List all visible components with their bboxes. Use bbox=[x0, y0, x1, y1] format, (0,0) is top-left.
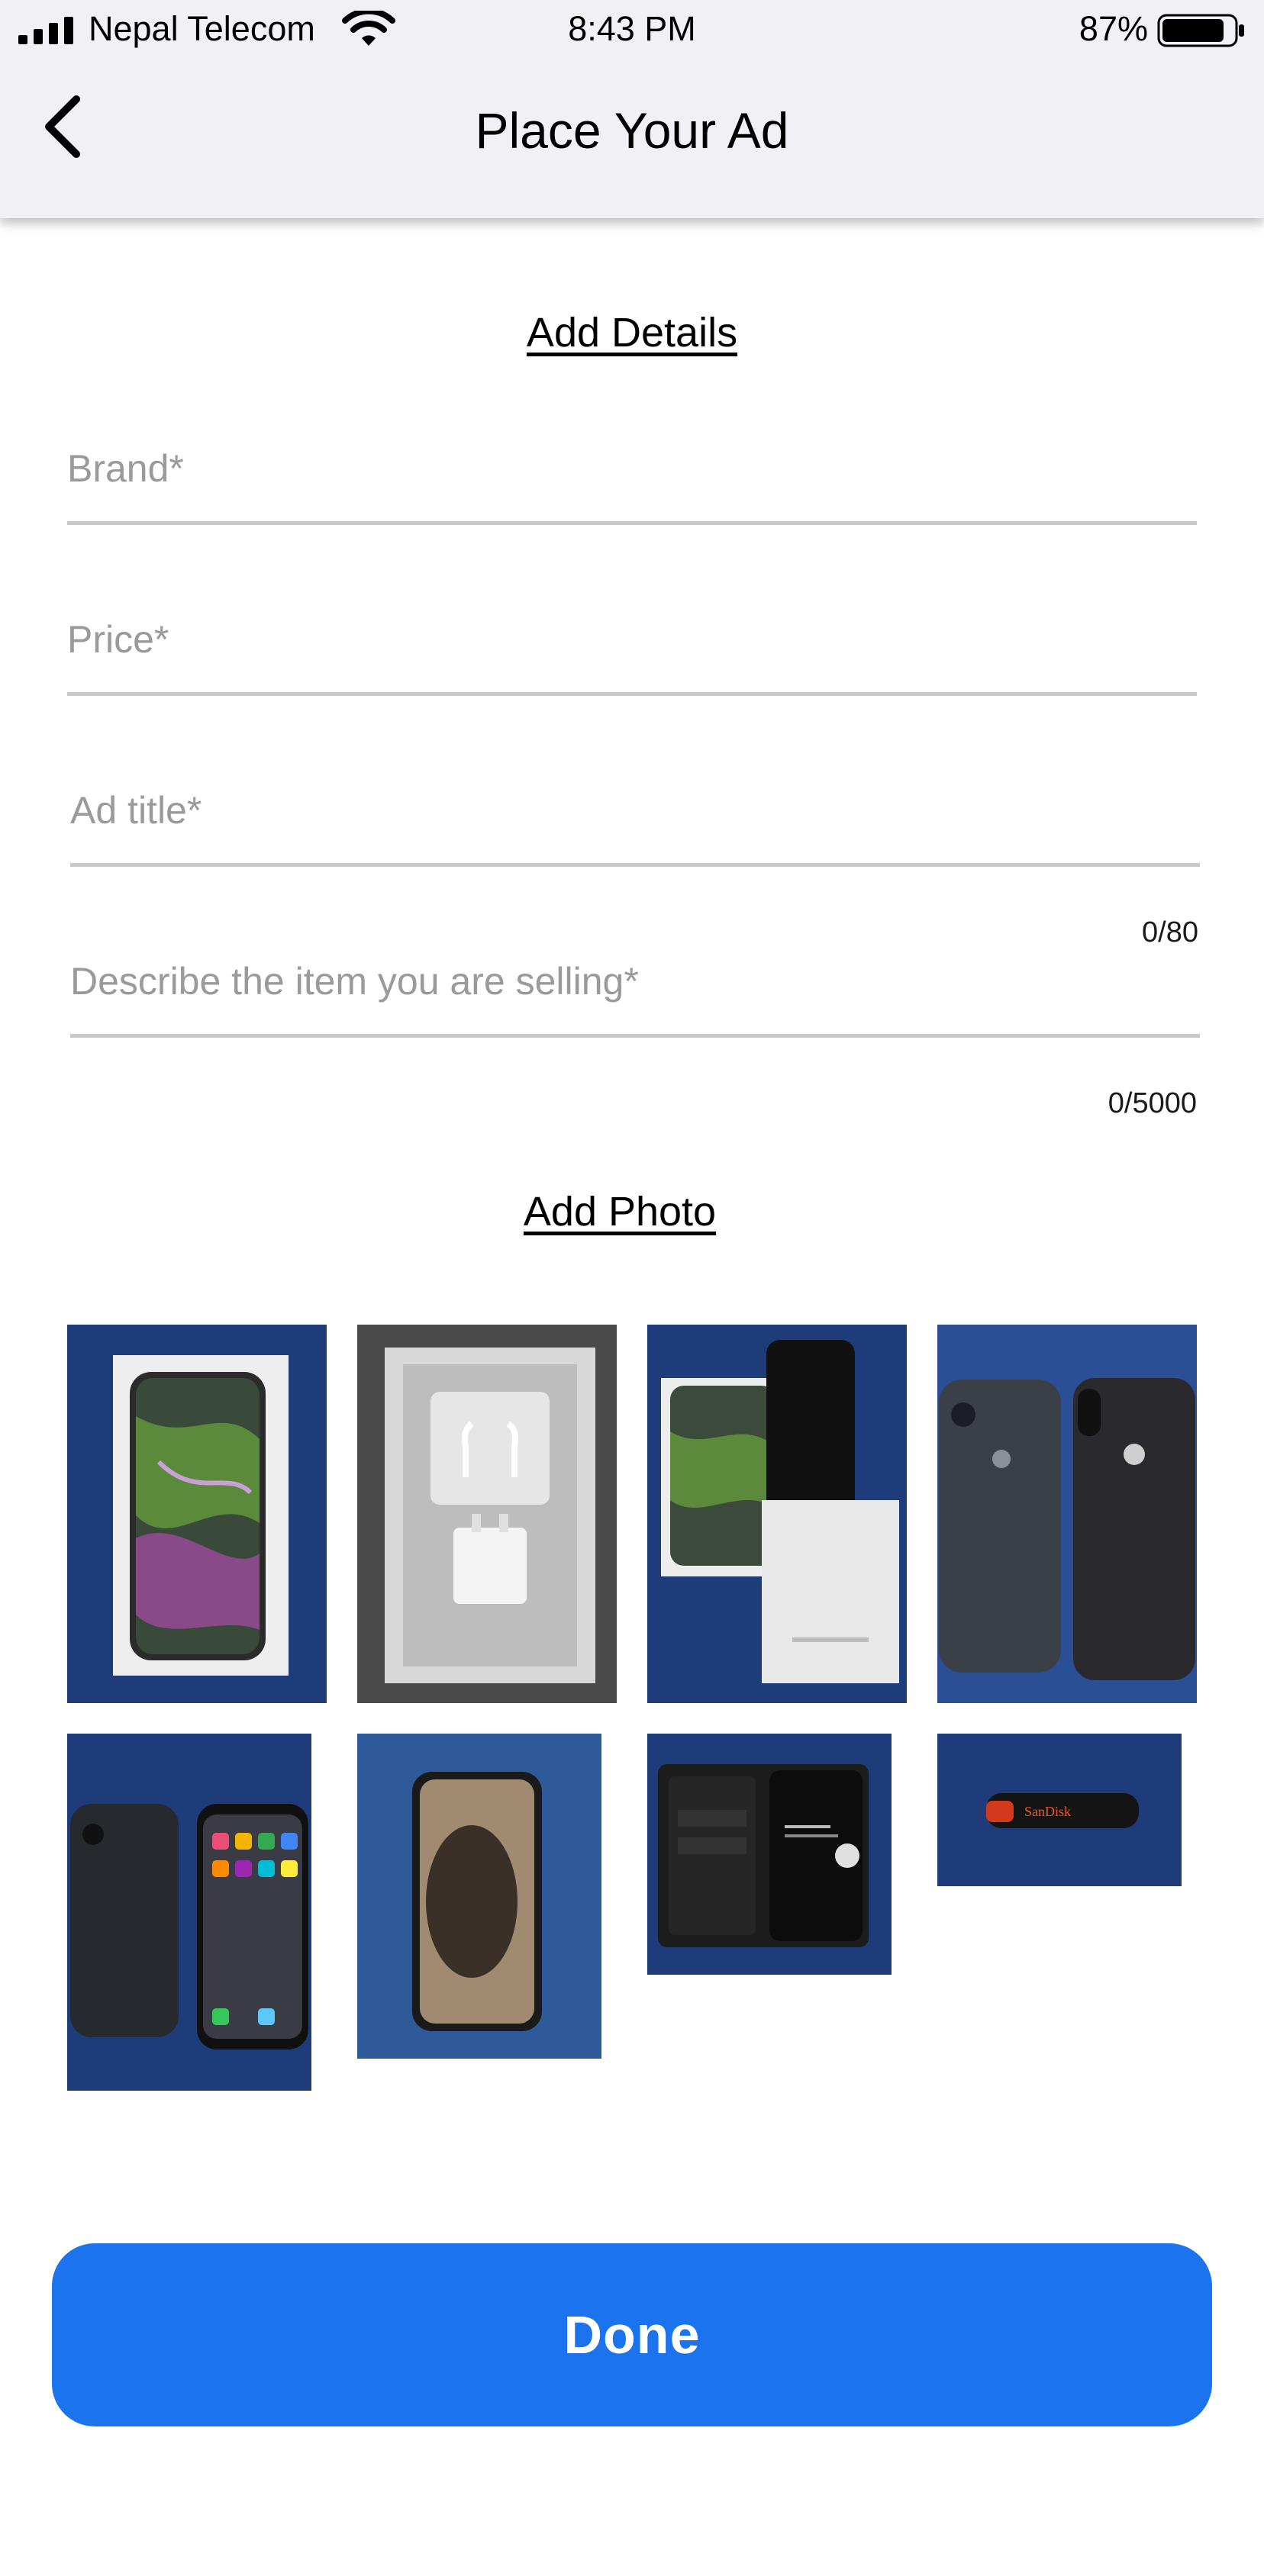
status-bar: Nepal Telecom 8:43 PM 87% bbox=[0, 0, 1264, 61]
photo-thumbnail[interactable] bbox=[67, 1325, 327, 1703]
photo-thumbnail[interactable] bbox=[67, 1734, 311, 2091]
app-header: Nepal Telecom 8:43 PM 87% Place Your Ad bbox=[0, 0, 1264, 218]
price-underline bbox=[67, 692, 1197, 696]
description-underline bbox=[70, 1034, 1200, 1038]
photo-thumbnail[interactable] bbox=[647, 1734, 892, 1975]
photo-open-box bbox=[357, 1325, 617, 1703]
battery-icon bbox=[1157, 14, 1244, 47]
photo-phone-screen bbox=[357, 1734, 601, 2059]
brand-placeholder: Brand* bbox=[67, 447, 184, 490]
add-photo-heading: Add Photo bbox=[523, 1189, 717, 1235]
add-details-heading: Add Details bbox=[526, 310, 738, 356]
ad-title-counter: 0/80 bbox=[1142, 916, 1198, 948]
description-placeholder: Describe the item you are selling* bbox=[70, 960, 639, 1003]
photo-wallet-case bbox=[647, 1734, 892, 1975]
photo-usb-drive: SanDisk bbox=[937, 1734, 1182, 1886]
battery-percent: 87% bbox=[1079, 9, 1148, 48]
description-counter: 0/5000 bbox=[1108, 1087, 1197, 1119]
price-placeholder: Price* bbox=[67, 618, 169, 661]
photo-box-with-phone bbox=[647, 1325, 907, 1703]
photo-iphone-box bbox=[67, 1325, 327, 1703]
photo-thumbnail[interactable] bbox=[937, 1325, 1197, 1703]
price-field[interactable]: Price* bbox=[67, 612, 1197, 696]
photo-thumbnail[interactable] bbox=[647, 1325, 907, 1703]
ad-title-underline bbox=[70, 863, 1200, 867]
photo-thumbnail[interactable]: SanDisk bbox=[937, 1734, 1182, 1886]
status-time: 8:43 PM bbox=[568, 9, 696, 48]
brand-underline bbox=[67, 521, 1197, 525]
photo-thumbnail[interactable] bbox=[357, 1325, 617, 1703]
ad-title-field[interactable]: Ad title* bbox=[70, 783, 1200, 867]
done-button-label: Done bbox=[563, 2305, 701, 2365]
photo-case-home-screen bbox=[67, 1734, 311, 2091]
photo-phone-back-case bbox=[937, 1325, 1197, 1703]
ad-title-placeholder: Ad title* bbox=[70, 789, 202, 832]
usb-brand-text: SanDisk bbox=[1024, 1804, 1071, 1819]
brand-field[interactable]: Brand* bbox=[67, 441, 1197, 525]
page-title: Place Your Ad bbox=[475, 102, 789, 159]
done-button[interactable]: Done bbox=[52, 2243, 1212, 2426]
description-field[interactable]: Describe the item you are selling* bbox=[70, 954, 1200, 1038]
photo-thumbnail[interactable] bbox=[357, 1734, 601, 2059]
